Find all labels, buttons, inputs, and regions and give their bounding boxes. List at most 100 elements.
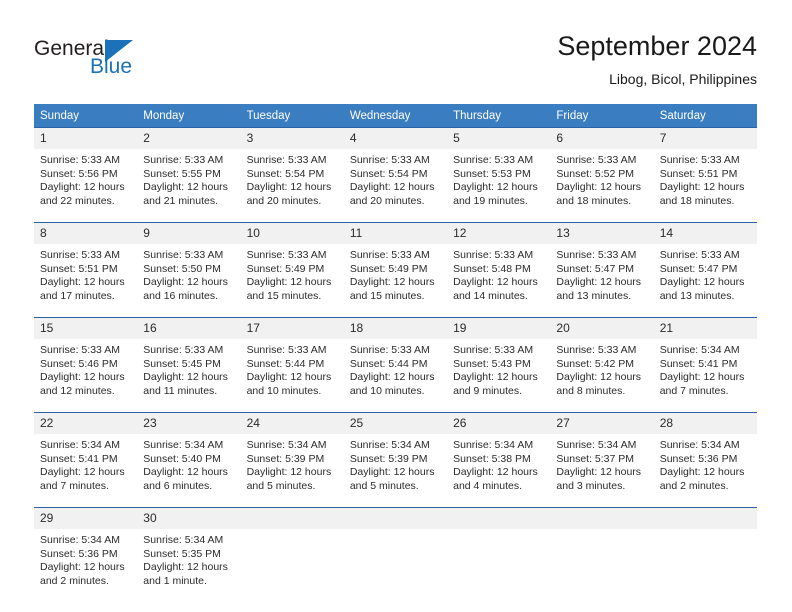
day-number: 6: [550, 128, 654, 149]
day-details: Sunrise: 5:34 AM Sunset: 5:35 PM Daylight:…: [137, 529, 240, 602]
day-cell[interactable]: 21 Sunrise: 5:34 AM Sunset: 5:41 PM Dayligh…: [653, 317, 757, 413]
day-number: 20: [550, 318, 654, 339]
day-number: 12: [447, 223, 551, 244]
day-cell[interactable]: 27 Sunrise: 5:34 AM Sunset: 5:37 PM Dayligh…: [550, 412, 654, 508]
day-number: [343, 508, 448, 529]
day-number: [447, 508, 551, 529]
day-cell-empty: [653, 507, 757, 602]
day-number: 2: [137, 128, 241, 149]
daylight-text-line2: and 8 minutes.: [556, 384, 626, 397]
sunrise-text: Sunrise: 5:33 AM: [659, 154, 740, 166]
day-number: 9: [137, 223, 241, 244]
day-cell[interactable]: 22 Sunrise: 5:34 AM Sunset: 5:41 PM Dayligh…: [34, 412, 138, 508]
day-cell[interactable]: 20 Sunrise: 5:33 AM Sunset: 5:42 PM Dayligh…: [550, 317, 654, 413]
day-cell[interactable]: 18 Sunrise: 5:33 AM Sunset: 5:44 PM Dayligh…: [343, 317, 448, 413]
day-number: 28: [653, 413, 757, 434]
sunrise-text: Sunrise: 5:33 AM: [143, 249, 224, 261]
day-cell[interactable]: 14 Sunrise: 5:33 AM Sunset: 5:47 PM Dayligh…: [653, 222, 757, 318]
day-cell[interactable]: 12 Sunrise: 5:33 AM Sunset: 5:48 PM Dayligh…: [447, 222, 551, 318]
day-cell[interactable]: 1 Sunrise: 5:33 AM Sunset: 5:56 PM Daylight…: [34, 127, 138, 223]
day-cell[interactable]: 30 Sunrise: 5:34 AM Sunset: 5:35 PM Dayligh…: [137, 507, 241, 602]
daylight-text-line1: Daylight: 12 hours: [453, 466, 538, 479]
daylight-text-line1: Daylight: 12 hours: [349, 276, 435, 289]
daylight-text-line2: and 10 minutes.: [349, 384, 425, 397]
week-row: 8 Sunrise: 5:33 AM Sunset: 5:51 PM Daylight…: [34, 222, 757, 318]
day-details: [344, 529, 447, 602]
daylight-text-line2: and 5 minutes.: [246, 479, 316, 492]
day-cell[interactable]: 10 Sunrise: 5:33 AM Sunset: 5:49 PM Dayligh…: [240, 222, 344, 318]
day-cell-empty: [240, 507, 344, 602]
day-details: Sunrise: 5:34 AM Sunset: 5:37 PM Daylight:…: [550, 434, 653, 507]
day-cell[interactable]: 16 Sunrise: 5:33 AM Sunset: 5:45 PM Dayligh…: [137, 317, 241, 413]
daylight-text-line1: Daylight: 12 hours: [556, 466, 642, 479]
day-details: Sunrise: 5:33 AM Sunset: 5:43 PM Daylight:…: [447, 339, 550, 412]
day-cell[interactable]: 6 Sunrise: 5:33 AM Sunset: 5:52 PM Daylight…: [550, 127, 654, 223]
sunrise-text: Sunrise: 5:33 AM: [246, 249, 327, 261]
day-cell[interactable]: 24 Sunrise: 5:34 AM Sunset: 5:39 PM Dayligh…: [240, 412, 344, 508]
day-cell[interactable]: 17 Sunrise: 5:33 AM Sunset: 5:44 PM Dayligh…: [240, 317, 344, 413]
day-details: Sunrise: 5:33 AM Sunset: 5:44 PM Daylight:…: [344, 339, 447, 412]
daylight-text-line1: Daylight: 12 hours: [246, 371, 332, 384]
sunrise-text: Sunrise: 5:33 AM: [453, 249, 534, 261]
day-number: 22: [34, 413, 138, 434]
sunrise-text: Sunrise: 5:34 AM: [40, 534, 120, 546]
day-cell[interactable]: 2 Sunrise: 5:33 AM Sunset: 5:55 PM Daylight…: [137, 127, 241, 223]
sunset-text: Sunset: 5:53 PM: [453, 167, 531, 180]
sunset-text: Sunset: 5:47 PM: [556, 262, 635, 275]
brand-logo[interactable]: General Blue: [34, 38, 234, 88]
daylight-text-line1: Daylight: 12 hours: [349, 371, 435, 384]
daylight-text-line1: Daylight: 12 hours: [143, 561, 228, 574]
title-block: September 2024 Libog, Bicol, Philippines: [557, 30, 757, 88]
day-details: Sunrise: 5:34 AM Sunset: 5:38 PM Daylight:…: [447, 434, 550, 507]
day-cell[interactable]: 13 Sunrise: 5:33 AM Sunset: 5:47 PM Dayligh…: [550, 222, 654, 318]
daylight-text-line1: Daylight: 12 hours: [453, 276, 538, 289]
day-details: Sunrise: 5:33 AM Sunset: 5:44 PM Daylight:…: [241, 339, 344, 412]
daylight-text-line1: Daylight: 12 hours: [143, 181, 228, 194]
sunset-text: Sunset: 5:36 PM: [40, 547, 118, 560]
day-number: 24: [240, 413, 344, 434]
daylight-text-line2: and 7 minutes.: [40, 479, 109, 492]
day-cell[interactable]: 3 Sunrise: 5:33 AM Sunset: 5:54 PM Daylight…: [240, 127, 344, 223]
day-cell[interactable]: 7 Sunrise: 5:33 AM Sunset: 5:51 PM Daylight…: [653, 127, 757, 223]
day-cell[interactable]: 23 Sunrise: 5:34 AM Sunset: 5:40 PM Dayligh…: [137, 412, 241, 508]
sunrise-text: Sunrise: 5:33 AM: [453, 154, 534, 166]
day-number: [550, 508, 654, 529]
day-cell[interactable]: 5 Sunrise: 5:33 AM Sunset: 5:53 PM Daylight…: [447, 127, 551, 223]
day-details: Sunrise: 5:33 AM Sunset: 5:47 PM Daylight:…: [654, 244, 757, 317]
page-header: General Blue September 2024 Libog, Bicol…: [0, 0, 792, 100]
daylight-text-line1: Daylight: 12 hours: [556, 371, 642, 384]
sunset-text: Sunset: 5:44 PM: [349, 357, 428, 370]
daylight-text-line2: and 1 minute.: [143, 574, 207, 587]
day-number: 16: [137, 318, 241, 339]
day-details: Sunrise: 5:33 AM Sunset: 5:51 PM Daylight:…: [654, 149, 757, 222]
day-cell[interactable]: 28 Sunrise: 5:34 AM Sunset: 5:36 PM Dayligh…: [653, 412, 757, 508]
day-cell[interactable]: 26 Sunrise: 5:34 AM Sunset: 5:38 PM Dayligh…: [447, 412, 551, 508]
sunset-text: Sunset: 5:55 PM: [143, 167, 221, 180]
day-number: 26: [447, 413, 551, 434]
day-cell[interactable]: 29 Sunrise: 5:34 AM Sunset: 5:36 PM Dayligh…: [34, 507, 138, 602]
day-cell[interactable]: 25 Sunrise: 5:34 AM Sunset: 5:39 PM Dayligh…: [343, 412, 448, 508]
day-details: Sunrise: 5:34 AM Sunset: 5:39 PM Daylight:…: [241, 434, 344, 507]
daylight-text-line2: and 17 minutes.: [40, 289, 115, 302]
daylight-text-line2: and 20 minutes.: [349, 194, 425, 207]
day-number: 7: [653, 128, 757, 149]
sunset-text: Sunset: 5:41 PM: [40, 452, 118, 465]
daylight-text-line1: Daylight: 12 hours: [143, 466, 228, 479]
day-cell[interactable]: 11 Sunrise: 5:33 AM Sunset: 5:49 PM Dayligh…: [343, 222, 448, 318]
daylight-text-line2: and 10 minutes.: [246, 384, 322, 397]
day-number: 29: [34, 508, 138, 529]
day-details: [654, 529, 757, 602]
day-details: Sunrise: 5:33 AM Sunset: 5:51 PM Daylight:…: [34, 244, 137, 317]
day-cell[interactable]: 8 Sunrise: 5:33 AM Sunset: 5:51 PM Daylight…: [34, 222, 138, 318]
day-cell-empty: [343, 507, 448, 602]
daylight-text-line2: and 16 minutes.: [143, 289, 218, 302]
day-cell[interactable]: 4 Sunrise: 5:33 AM Sunset: 5:54 PM Daylight…: [343, 127, 448, 223]
daylight-text-line1: Daylight: 12 hours: [659, 181, 745, 194]
day-details: Sunrise: 5:34 AM Sunset: 5:36 PM Daylight:…: [34, 529, 137, 602]
daylight-text-line2: and 15 minutes.: [246, 289, 322, 302]
day-cell[interactable]: 9 Sunrise: 5:33 AM Sunset: 5:50 PM Daylight…: [137, 222, 241, 318]
week-row: 22 Sunrise: 5:34 AM Sunset: 5:41 PM Dayligh…: [34, 412, 757, 508]
day-cell[interactable]: 19 Sunrise: 5:33 AM Sunset: 5:43 PM Dayligh…: [447, 317, 551, 413]
day-cell[interactable]: 15 Sunrise: 5:33 AM Sunset: 5:46 PM Dayligh…: [34, 317, 138, 413]
day-details: Sunrise: 5:33 AM Sunset: 5:46 PM Daylight:…: [34, 339, 137, 412]
